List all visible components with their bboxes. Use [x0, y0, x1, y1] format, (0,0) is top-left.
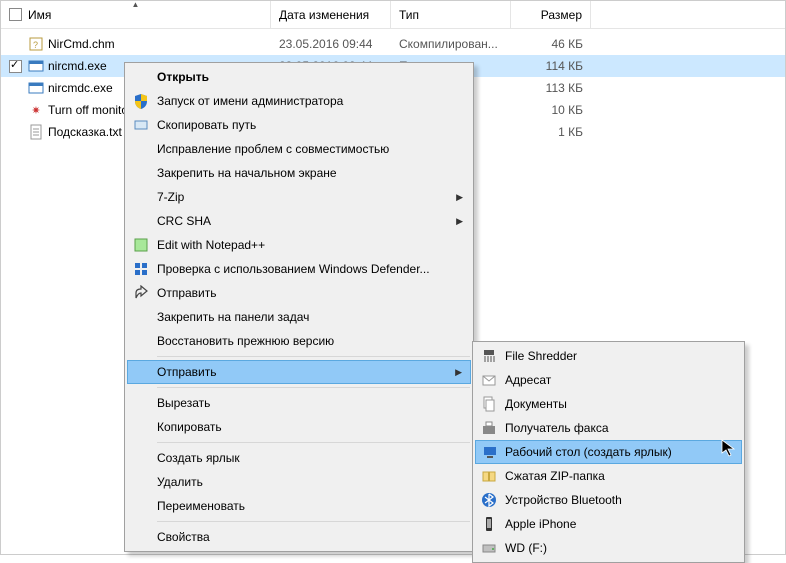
file-size: 1 КБ: [511, 125, 591, 139]
menu-cut[interactable]: Вырезать: [127, 391, 471, 415]
menu-pin-taskbar[interactable]: Закрепить на панели задач: [127, 305, 471, 329]
file-type: Скомпилирован...: [391, 37, 511, 51]
fax-icon: [480, 419, 498, 437]
file-name: NirCmd.chm: [48, 37, 115, 51]
submenu-desktop-shortcut[interactable]: Рабочий стол (создать ярлык): [475, 440, 742, 464]
svg-text:?: ?: [33, 40, 38, 50]
txt-file-icon: [28, 124, 44, 140]
chevron-right-icon: ▶: [456, 216, 463, 227]
phone-icon: [480, 515, 498, 533]
desktop-icon: [481, 443, 499, 461]
file-name: Turn off monitor: [48, 103, 132, 117]
gear-icon: ✷: [28, 102, 44, 118]
menu-open[interactable]: Открыть: [127, 65, 471, 89]
submenu-wd-drive[interactable]: WD (F:): [475, 536, 742, 560]
file-size: 10 КБ: [511, 103, 591, 117]
menu-7zip[interactable]: 7-Zip▶: [127, 185, 471, 209]
file-size: 46 КБ: [511, 37, 591, 51]
menu-crc-sha[interactable]: CRC SHA▶: [127, 209, 471, 233]
file-name: nircmd.exe: [48, 59, 107, 73]
column-header-type[interactable]: Тип: [391, 1, 511, 28]
context-menu: Открыть Запуск от имени администратора С…: [124, 62, 474, 552]
submenu-file-shredder[interactable]: File Shredder: [475, 344, 742, 368]
exe-file-icon: [28, 80, 44, 96]
file-size: 114 КБ: [511, 59, 591, 73]
shredder-icon: [480, 347, 498, 365]
menu-pin-start[interactable]: Закрепить на начальном экране: [127, 161, 471, 185]
menu-delete[interactable]: Удалить: [127, 470, 471, 494]
row-checkbox[interactable]: [9, 60, 22, 73]
mail-icon: [480, 371, 498, 389]
menu-troubleshoot[interactable]: Исправление проблем с совместимостью: [127, 137, 471, 161]
menu-share[interactable]: Отправить: [127, 281, 471, 305]
chevron-right-icon: ▶: [456, 192, 463, 203]
menu-separator: [157, 442, 470, 443]
menu-rename[interactable]: Переименовать: [127, 494, 471, 518]
chm-file-icon: ?: [28, 36, 44, 52]
bluetooth-icon: [480, 491, 498, 509]
submenu-iphone[interactable]: Apple iPhone: [475, 512, 742, 536]
column-header-size[interactable]: Размер: [511, 1, 591, 28]
submenu-recipient[interactable]: Адресат: [475, 368, 742, 392]
submenu-bluetooth[interactable]: Устройство Bluetooth: [475, 488, 742, 512]
zip-icon: [480, 467, 498, 485]
file-name: Подсказка.txt: [48, 125, 122, 139]
menu-separator: [157, 356, 470, 357]
sort-ascending-icon: ▲: [132, 0, 140, 9]
exe-file-icon: [28, 58, 44, 74]
documents-icon: [480, 395, 498, 413]
path-icon: [132, 116, 150, 134]
file-name: nircmdc.exe: [48, 81, 113, 95]
menu-properties[interactable]: Свойства: [127, 525, 471, 549]
menu-separator: [157, 387, 470, 388]
menu-send-to[interactable]: Отправить▶: [127, 360, 471, 384]
shield-icon: [132, 92, 150, 110]
share-icon: [132, 284, 150, 302]
defender-icon: [132, 260, 150, 278]
menu-defender[interactable]: Проверка с использованием Windows Defend…: [127, 257, 471, 281]
file-row[interactable]: ? NirCmd.chm 23.05.2016 09:44 Скомпилиро…: [1, 33, 785, 55]
file-date: 23.05.2016 09:44: [271, 37, 391, 51]
send-to-submenu: File Shredder Адресат Документы Получате…: [472, 341, 745, 563]
menu-restore[interactable]: Восстановить прежнюю версию: [127, 329, 471, 353]
menu-copy-path[interactable]: Скопировать путь: [127, 113, 471, 137]
menu-separator: [157, 521, 470, 522]
menu-run-as-admin[interactable]: Запуск от имени администратора: [127, 89, 471, 113]
menu-copy[interactable]: Копировать: [127, 415, 471, 439]
menu-edit-notepad[interactable]: Edit with Notepad++: [127, 233, 471, 257]
notepadpp-icon: [132, 236, 150, 254]
submenu-zip[interactable]: Сжатая ZIP-папка: [475, 464, 742, 488]
chevron-right-icon: ▶: [455, 367, 462, 378]
select-all-checkbox[interactable]: [9, 8, 22, 21]
submenu-documents[interactable]: Документы: [475, 392, 742, 416]
column-header-name[interactable]: Имя ▲: [1, 1, 271, 28]
file-size: 113 КБ: [511, 81, 591, 95]
column-header-row: Имя ▲ Дата изменения Тип Размер: [1, 1, 785, 29]
submenu-fax[interactable]: Получатель факса: [475, 416, 742, 440]
column-name-label: Имя: [28, 8, 51, 22]
column-header-date[interactable]: Дата изменения: [271, 1, 391, 28]
menu-create-shortcut[interactable]: Создать ярлык: [127, 446, 471, 470]
drive-icon: [480, 539, 498, 557]
